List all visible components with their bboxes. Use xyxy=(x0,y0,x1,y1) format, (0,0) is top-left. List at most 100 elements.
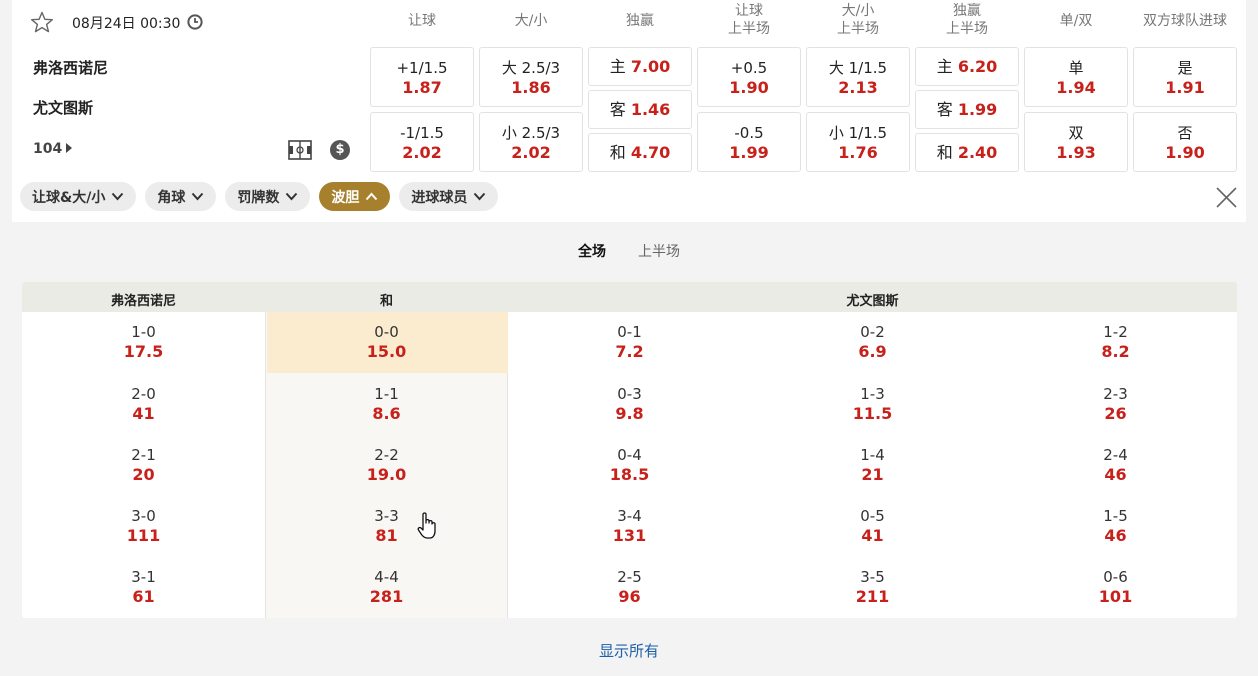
score-odd: 17.5 xyxy=(123,342,164,361)
score-cell[interactable]: 0-5 41 xyxy=(751,506,994,546)
score-cell[interactable]: 1-5 46 xyxy=(994,506,1237,546)
odds-side-label: 主 xyxy=(936,57,953,76)
odds-cell-moneyline-1h[interactable]: 主 6.20 xyxy=(915,47,1019,86)
filter-chip-3[interactable]: 波胆 xyxy=(319,182,391,211)
score-cell[interactable]: 1-4 21 xyxy=(751,445,994,485)
score-label: 2-1 xyxy=(131,446,156,464)
more-markets-link[interactable]: 104 xyxy=(33,141,73,157)
odds-cell-over-under[interactable]: 小 2.5/3 2.02 xyxy=(479,112,583,172)
odds-price: 1.99 xyxy=(957,100,998,119)
filter-chip-label: 波胆 xyxy=(331,189,360,206)
score-cell[interactable]: 3-1 61 xyxy=(22,567,265,607)
score-label: 2-0 xyxy=(131,385,156,403)
odds-cell-odd-even[interactable]: 双 1.93 xyxy=(1024,112,1128,172)
odds-cell-handicap-1h[interactable]: +0.5 1.90 xyxy=(697,47,801,107)
score-label: 3-0 xyxy=(131,507,156,525)
odds-cell-handicap[interactable]: -1/1.5 2.02 xyxy=(370,112,474,172)
filter-chip-1[interactable]: 角球 xyxy=(145,182,217,211)
market-column-header: 让球 上半场 xyxy=(728,3,770,37)
score-cell[interactable]: 3-3 81 xyxy=(265,506,508,546)
odds-inline: 主 6.20 xyxy=(937,57,998,76)
odds-cell-over-under[interactable]: 大 2.5/3 1.86 xyxy=(479,47,583,107)
show-all-link[interactable]: 显示所有 xyxy=(0,640,1258,661)
score-cell[interactable]: 3-5 211 xyxy=(751,567,994,607)
odds-cell-btts[interactable]: 否 1.90 xyxy=(1133,112,1237,172)
score-cell[interactable]: 2-1 20 xyxy=(22,445,265,485)
score-cell[interactable]: 0-4 18.5 xyxy=(508,445,751,485)
match-datetime: 08月24日 00:30 xyxy=(72,16,181,32)
score-label: 1-3 xyxy=(860,385,885,403)
market-column-header: 双方球队进球 xyxy=(1143,13,1227,29)
odds-cell-moneyline[interactable]: 和 4.70 xyxy=(588,133,692,172)
score-cell[interactable]: 2-4 46 xyxy=(994,445,1237,485)
score-cell[interactable]: 0-6 101 xyxy=(994,567,1237,607)
odds-cell-btts[interactable]: 是 1.91 xyxy=(1133,47,1237,107)
score-odd: 7.2 xyxy=(615,342,644,361)
score-odd: 9.8 xyxy=(615,404,644,423)
odds-price: 1.94 xyxy=(1056,78,1096,97)
favorite-star-icon[interactable] xyxy=(30,11,54,33)
odds-line-label: +1/1.5 xyxy=(396,59,448,77)
odds-cell-moneyline[interactable]: 主 7.00 xyxy=(588,47,692,86)
odds-price: 6.20 xyxy=(957,57,998,76)
market-column-header: 独赢 xyxy=(626,13,654,29)
score-cell[interactable]: 0-1 7.2 xyxy=(508,322,751,362)
score-cell[interactable]: 3-4 131 xyxy=(508,506,751,546)
score-cell[interactable]: 1-0 17.5 xyxy=(22,322,265,362)
score-odd: 46 xyxy=(1104,526,1127,545)
score-odd: 41 xyxy=(132,404,155,423)
odds-price: 2.13 xyxy=(838,78,878,97)
correct-score-board: 弗洛西诺尼 和 尤文图斯 1-0 17.5 2-0 41 2-1 20 3-0 111 3-1 6… xyxy=(22,282,1237,618)
score-cell[interactable]: 0-3 9.8 xyxy=(508,384,751,424)
score-tab-0[interactable]: 全场 xyxy=(578,241,606,261)
score-cell[interactable]: 1-2 8.2 xyxy=(994,322,1237,362)
odds-line-label: 单 xyxy=(1068,59,1084,77)
score-label: 0-3 xyxy=(617,385,642,403)
score-label: 0-2 xyxy=(860,323,885,341)
score-cell[interactable]: 0-0 15.0 xyxy=(265,322,508,362)
score-odd: 19.0 xyxy=(366,465,407,484)
odds-cell-moneyline-1h[interactable]: 和 2.40 xyxy=(915,133,1019,172)
filter-chip-0[interactable]: 让球&大/小 xyxy=(20,182,137,211)
home-score-header: 弗洛西诺尼 xyxy=(110,294,176,309)
score-cell[interactable]: 0-2 6.9 xyxy=(751,322,994,362)
score-cell[interactable]: 2-3 26 xyxy=(994,384,1237,424)
close-icon[interactable] xyxy=(1215,186,1238,209)
score-cell[interactable]: 4-4 281 xyxy=(265,567,508,607)
odds-price: 1.90 xyxy=(729,78,769,97)
pitch-stats-icon[interactable] xyxy=(288,139,312,161)
odds-cell-over-under-1h[interactable]: 小 1/1.5 1.76 xyxy=(806,112,910,172)
market-filter-bar: 让球&大/小 角球 罚牌数 波胆 进球球员 xyxy=(20,182,499,211)
odds-cell-odd-even[interactable]: 单 1.94 xyxy=(1024,47,1128,107)
chevron-down-icon xyxy=(192,192,204,201)
odds-cell-moneyline-1h[interactable]: 客 1.99 xyxy=(915,90,1019,129)
odds-cell-handicap-1h[interactable]: -0.5 1.99 xyxy=(697,112,801,172)
score-cell[interactable]: 2-0 41 xyxy=(22,384,265,424)
score-tab-1[interactable]: 上半场 xyxy=(638,241,680,261)
score-cell[interactable]: 1-3 11.5 xyxy=(751,384,994,424)
score-odd: 8.6 xyxy=(372,404,401,423)
odds-price: 7.00 xyxy=(630,57,671,76)
score-cell[interactable]: 2-2 19.0 xyxy=(265,445,508,485)
score-odd: 26 xyxy=(1104,404,1127,423)
score-cell[interactable]: 3-0 111 xyxy=(22,506,265,546)
cashout-dollar-icon[interactable]: $ xyxy=(330,140,350,160)
filter-chip-4[interactable]: 进球球员 xyxy=(399,182,499,211)
odds-cell-moneyline[interactable]: 客 1.46 xyxy=(588,90,692,129)
score-cell[interactable]: 1-1 8.6 xyxy=(265,384,508,424)
odds-cell-handicap[interactable]: +1/1.5 1.87 xyxy=(370,47,474,107)
odds-cell-over-under-1h[interactable]: 大 1/1.5 2.13 xyxy=(806,47,910,107)
correct-score-header: 弗洛西诺尼 和 尤文图斯 xyxy=(22,282,1237,312)
away-team-name: 尤文图斯 xyxy=(33,99,94,117)
market-column-header: 独赢 上半场 xyxy=(946,3,988,37)
odds-side-label: 主 xyxy=(609,57,626,76)
score-odd: 211 xyxy=(855,587,890,606)
home-team-name: 弗洛西诺尼 xyxy=(33,59,109,77)
filter-chip-2[interactable]: 罚牌数 xyxy=(225,182,311,211)
odds-line-label: +0.5 xyxy=(730,59,768,77)
odds-price: 2.02 xyxy=(511,143,551,162)
score-odd: 81 xyxy=(375,526,398,545)
score-cell[interactable]: 2-5 96 xyxy=(508,567,751,607)
odds-price: 1.87 xyxy=(402,78,442,97)
odds-price: 1.99 xyxy=(729,143,769,162)
